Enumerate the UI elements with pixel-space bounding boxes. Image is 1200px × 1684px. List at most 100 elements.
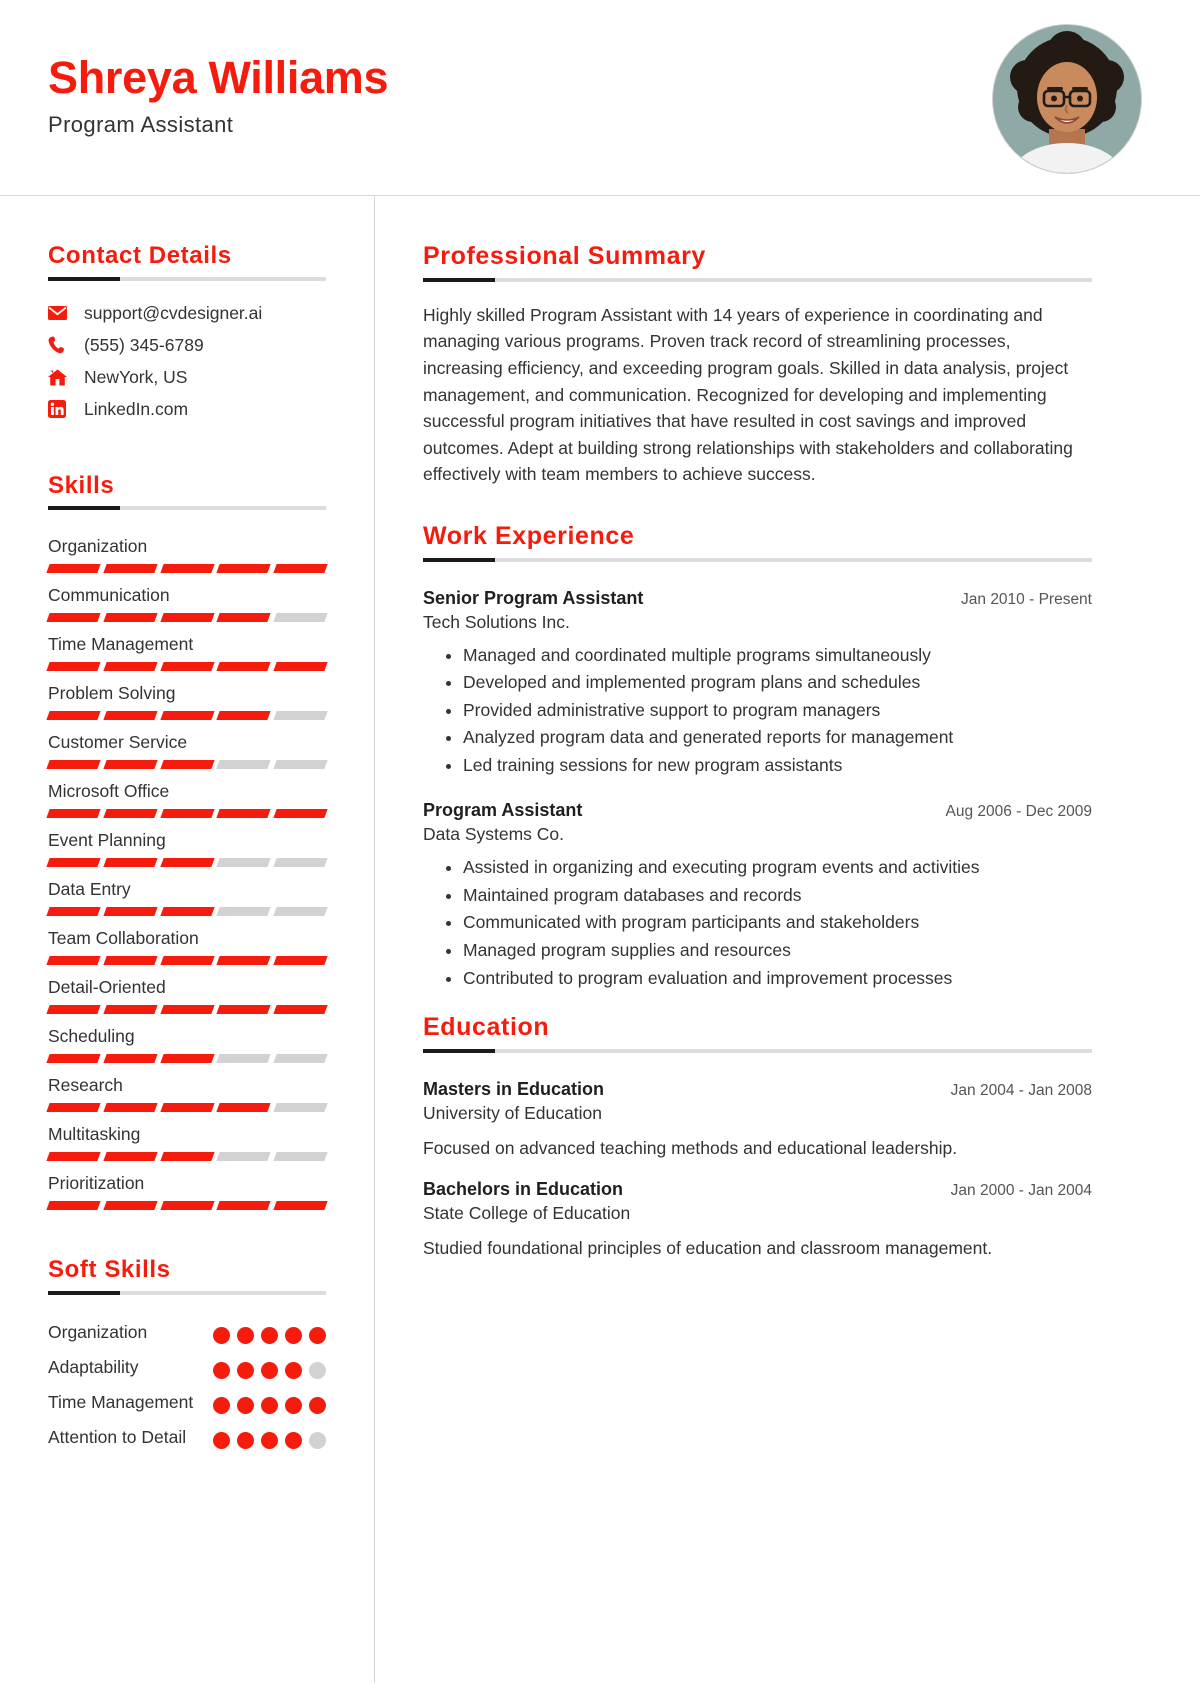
- skill-level-segment: [103, 1054, 158, 1064]
- skill-level-segment: [273, 1054, 328, 1064]
- skill-level-segment: [216, 613, 271, 623]
- job-title: Senior Program Assistant: [423, 587, 644, 608]
- skill-level-segment: [159, 907, 215, 917]
- skill-level-segment: [103, 907, 158, 917]
- contact-item-phone[interactable]: (555) 345-6789: [48, 335, 326, 356]
- skill-level-segment: [103, 1005, 158, 1015]
- resume-body: Contact Details support@cvdesigner.ai (5…: [0, 196, 1200, 1683]
- skill-level-segment: [46, 907, 101, 917]
- skill-level-segment: [159, 1201, 215, 1211]
- list-item: Managed and coordinated multiple program…: [463, 643, 1092, 669]
- skill-label: Time Management: [48, 634, 194, 655]
- job-role-subtitle: Program Assistant: [48, 112, 234, 137]
- skill-level-bar: [46, 858, 328, 868]
- section-title: Soft Skills: [48, 1256, 171, 1284]
- rating-dot: [309, 1396, 326, 1414]
- rating-dot: [261, 1326, 278, 1344]
- rating-dot: [309, 1326, 326, 1344]
- skill-level-segment: [46, 1103, 101, 1113]
- list-item: Assisted in organizing and executing pro…: [463, 855, 1092, 881]
- skill-level-segment: [103, 858, 158, 868]
- skills-section: Skills Organization Communication Time Man…: [46, 472, 328, 1211]
- section-divider: [423, 557, 1092, 562]
- work-experience-heading: Work Experience: [423, 522, 1092, 562]
- degree-title: Masters in Education: [423, 1078, 605, 1099]
- education-date-range: Jan 2004 - Jan 2008: [950, 1081, 1092, 1099]
- skill-level-segment: [216, 858, 271, 868]
- skill-level-segment: [103, 711, 158, 721]
- skill-label: Communication: [48, 585, 170, 606]
- skill-level-segment: [216, 907, 271, 917]
- education-description: Focused on advanced teaching methods and…: [423, 1137, 958, 1158]
- contact-value: LinkedIn.com: [84, 398, 189, 419]
- skill-level-segment: [159, 1103, 215, 1113]
- skill-level-segment: [103, 1201, 158, 1211]
- soft-skill-label: Organization: [48, 1321, 148, 1342]
- resume-header: Shreya Williams Program Assistant: [0, 0, 1200, 196]
- skill-level-segment: [103, 1152, 158, 1162]
- skill-level-segment: [216, 1054, 271, 1064]
- skill-label: Event Planning: [48, 830, 166, 851]
- skill-level-segment: [159, 1054, 215, 1064]
- skill-level-bar: [46, 1201, 328, 1211]
- skill-level-bar: [46, 1152, 328, 1162]
- rating-dot: [285, 1326, 302, 1344]
- education-list: Masters in Education Jan 2004 - Jan 2008 U…: [423, 1079, 1092, 1262]
- sidebar: Contact Details support@cvdesigner.ai (5…: [0, 196, 375, 1683]
- rating-dot: [237, 1361, 254, 1379]
- education-entry: Masters in Education Jan 2004 - Jan 2008 U…: [423, 1079, 1092, 1161]
- education-entry-header: Masters in Education Jan 2004 - Jan 2008: [423, 1079, 1092, 1100]
- rating-dot: [261, 1431, 278, 1449]
- skill-level-bar: [46, 809, 328, 819]
- skill-level-segment: [103, 564, 158, 574]
- soft-skills-section: Soft Skills Organization Adaptability Time…: [48, 1256, 326, 1449]
- skill-level-segment: [46, 956, 101, 966]
- skill-label: Scheduling: [48, 1026, 135, 1047]
- contact-item-linkedin[interactable]: LinkedIn.com: [48, 399, 326, 420]
- skill-level-segment: [273, 858, 328, 868]
- soft-skill-label: Adaptability: [48, 1356, 139, 1377]
- skill-item: Microsoft Office: [46, 781, 328, 819]
- job-title: Program Assistant: [423, 800, 583, 821]
- skill-level-segment: [46, 711, 101, 721]
- skill-level-segment: [46, 1054, 101, 1064]
- skill-item: Scheduling: [46, 1026, 328, 1064]
- skill-level-segment: [273, 662, 328, 672]
- list-item: Contributed to program evaluation and im…: [463, 966, 1092, 992]
- rating-dot: [237, 1396, 254, 1414]
- skill-item: Communication: [46, 585, 328, 623]
- skill-level-bar: [46, 711, 328, 721]
- school-name: State College of Education: [423, 1203, 631, 1224]
- section-divider: [48, 506, 326, 511]
- skills-heading: Skills: [48, 472, 326, 511]
- skill-level-segment: [216, 564, 271, 574]
- skill-item: Problem Solving: [46, 683, 328, 721]
- skill-level-segment: [216, 1152, 271, 1162]
- contact-details-heading: Contact Details: [48, 242, 326, 281]
- contact-item-location[interactable]: NewYork, US: [48, 367, 326, 388]
- education-date-range: Jan 2000 - Jan 2004: [950, 1182, 1092, 1200]
- skill-level-segment: [46, 1152, 101, 1162]
- contact-item-email[interactable]: support@cvdesigner.ai: [48, 303, 326, 324]
- company-name: Data Systems Co.: [423, 824, 565, 845]
- skill-level-bar: [46, 564, 328, 574]
- skill-label: Team Collaboration: [48, 928, 199, 949]
- work-experience-section: Work Experience Senior Program Assistant…: [423, 522, 1092, 991]
- rating-dot: [237, 1431, 254, 1449]
- degree-title: Bachelors in Education: [423, 1179, 624, 1200]
- experience-entry-header: Senior Program Assistant Jan 2010 - Prese…: [423, 588, 1092, 609]
- skill-item: Prioritization: [46, 1173, 328, 1211]
- experience-entry: Senior Program Assistant Jan 2010 - Prese…: [423, 588, 1092, 779]
- soft-skill-row: Time Management: [48, 1391, 326, 1414]
- section-title: Education: [423, 1013, 550, 1042]
- professional-summary-heading: Professional Summary: [423, 242, 1092, 282]
- skills-list: Organization Communication Time Management…: [46, 536, 328, 1211]
- rating-dot: [309, 1431, 326, 1449]
- job-date-range: Jan 2010 - Present: [961, 590, 1092, 608]
- contact-value: (555) 345-6789: [84, 334, 204, 355]
- rating-dot: [213, 1431, 230, 1449]
- job-date-range: Aug 2006 - Dec 2009: [945, 803, 1093, 821]
- contact-value: support@cvdesigner.ai: [84, 302, 263, 323]
- skill-level-segment: [159, 1005, 215, 1015]
- skill-level-segment: [159, 564, 215, 574]
